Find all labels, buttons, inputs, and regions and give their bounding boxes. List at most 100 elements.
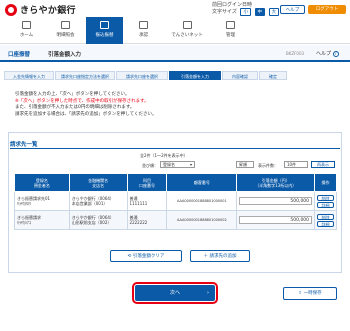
step-3: 請求先口座を選択 (116, 71, 168, 80)
add-billing-button[interactable]: ＋ 請求先の追加 (190, 250, 250, 262)
table-row: きら振替請求先01 ｷﾗﾔｶﾀﾛｳ きらやか銀行（0064） 本店営業部（001） … (14, 191, 337, 211)
page-header: 口座振替 引落金額入力 BKZF003 ヘルプ ? (0, 45, 350, 62)
result-count: 全2件（1～2件を表示中） (140, 153, 188, 158)
clear-amount-button[interactable]: ⟲ 引落金額クリア (110, 250, 182, 262)
gnav-admin-label: 管理 (226, 33, 235, 38)
font-large-button[interactable]: 大 (268, 8, 280, 16)
instruction-4: 請求先を追加する場合は、「請求先の追加」ボタンを押してください。 (15, 111, 157, 117)
cell-amount: 500,000 (236, 191, 316, 211)
gnav-transfer-label: 振込振替 (95, 33, 114, 38)
gnav-statements[interactable]: 明細照会 (47, 17, 84, 44)
network-icon (182, 21, 192, 29)
gnav-home-label: ホーム (19, 33, 34, 38)
help-link[interactable]: ヘルプ ? (316, 50, 339, 57)
panel-title: 請求先一覧 (10, 142, 38, 148)
cell-account: 普通 2222222 (126, 210, 168, 230)
order-select[interactable]: 昇順 (236, 161, 254, 168)
row-acct: 1111111 (129, 201, 148, 206)
row-kana: ｷﾗﾔｶﾊﾅｺ (17, 220, 31, 225)
cell-ops: 削除 詳細 (314, 210, 337, 230)
amount-input[interactable]: 500,000 (239, 216, 313, 224)
col-account: 科目 口座番号 (126, 173, 168, 192)
billing-table: 登録名 預金者名 金融機関名 支店名 科目 口座番号 顧客番号 引落金額（円） … (14, 173, 337, 230)
table-header-row: 登録名 預金者名 金融機関名 支店名 科目 口座番号 顧客番号 引落金額（円） … (14, 173, 337, 192)
row-branch: 山形駅前支店（002） (71, 220, 112, 225)
chevron-down-icon: ▾ (189, 162, 192, 167)
order-value: 昇順 (239, 162, 247, 167)
top-bar: きらやか銀行 前回ログイン日時 文字サイズ 小 中 大 ヘルプ ログアウト (0, 0, 350, 17)
save-draft-button[interactable]: ⇪ 一時保存 (283, 287, 337, 300)
last-login: 前回ログイン日時 (212, 2, 253, 8)
cell-account: 普通 1111111 (126, 191, 168, 211)
bank-logo: きらやか銀行 (5, 3, 76, 16)
col-bank: 金融機関名 支店名 (68, 173, 128, 192)
global-nav: ホーム 明細照会 振込振替 承認 でんさいネット 管理 (0, 17, 350, 44)
next-label: 次へ (169, 290, 180, 296)
instructions: 引落金額を入力の上、「次へ」ボタンを押してください。 ※「次へ」ボタンを押した時… (15, 92, 156, 118)
add-billing-label: 請求先の追加 (209, 254, 237, 259)
home-icon (22, 21, 31, 29)
gnav-approval[interactable]: 承認 (125, 17, 162, 44)
sort-select[interactable]: 登録名 ▾ (160, 161, 195, 168)
gnav-densai[interactable]: でんさいネット (164, 17, 210, 44)
screen-code: BKZF003 (286, 51, 305, 56)
plus-icon: ＋ (203, 254, 209, 259)
col-amount: 引落金額（円） （半角数字13桁以内） (236, 173, 316, 192)
gnav-admin[interactable]: 管理 (212, 17, 249, 44)
step-6: 確定 (259, 71, 287, 80)
detail-button[interactable]: 詳細 (317, 220, 334, 227)
logout-button[interactable]: ログアウト (308, 5, 346, 14)
chevron-right-icon: › (207, 290, 209, 296)
col-name: 登録名 預金者名 (14, 173, 70, 192)
cell-bank: きらやか銀行（0064） 本店営業部（001） (68, 191, 128, 211)
help-icon: ? (332, 51, 339, 57)
clear-icon: ⟲ (127, 254, 132, 259)
gnav-home[interactable]: ホーム (8, 17, 45, 44)
sort-value: 登録名 (163, 162, 175, 167)
delete-button[interactable]: 削除 (317, 194, 334, 201)
next-button[interactable]: 次へ › (132, 282, 218, 304)
bank-name: きらやか銀行 (20, 6, 76, 16)
delete-button[interactable]: 削除 (317, 213, 334, 220)
font-medium-button[interactable]: 中 (254, 8, 266, 16)
help-link-label: ヘルプ (316, 51, 332, 57)
panel-divider (10, 148, 340, 149)
breadcrumb: 口座振替 (8, 52, 31, 58)
bank-logo-icon (5, 3, 17, 16)
settings-icon (226, 21, 235, 29)
reorder-button[interactable]: 再表示 (311, 161, 335, 168)
step-1: 入金先情報を入力 (4, 71, 54, 80)
gnav-transfer[interactable]: 振込振替 (86, 17, 123, 44)
detail-button[interactable]: 詳細 (317, 201, 334, 208)
step-5: 内容確認 (222, 71, 258, 80)
cell-amount: 500,000 (236, 210, 316, 230)
cell-name: きら振替請求先01 ｷﾗﾔｶﾀﾛｳ (14, 191, 70, 211)
step-4: 引落金額を入力 (169, 71, 221, 80)
cell-name: きら振替請求 ｷﾗﾔｶﾊﾅｺ (14, 210, 70, 230)
upload-icon: ⇪ (298, 291, 303, 296)
gnav-approval-label: 承認 (139, 33, 148, 38)
step-2: 請求先口座指定方法を選択 (55, 71, 115, 80)
progress-steps: 入金先情報を入力 請求先口座指定方法を選択 請求先口座を選択 引落金額を入力 内… (4, 71, 346, 80)
cell-ops: 削除 詳細 (314, 191, 337, 211)
sort-label: 並び順： (142, 163, 158, 168)
gnav-densai-label: でんさいネット (171, 33, 203, 38)
font-small-button[interactable]: 小 (240, 8, 251, 16)
per-page-label: 表示件数： (258, 163, 278, 168)
per-page-select[interactable]: 10件 (284, 161, 308, 168)
table-row: きら振替請求 ｷﾗﾔｶﾊﾅｺ きらやか銀行（0064） 山形駅前支店（002） 普通… (14, 210, 337, 230)
font-size-control: 文字サイズ 小 中 大 (212, 8, 280, 16)
amount-input[interactable]: 500,000 (239, 197, 313, 205)
row-acct: 2222222 (129, 220, 148, 225)
approval-icon (139, 21, 148, 29)
font-size-label: 文字サイズ (212, 9, 237, 15)
per-page-value: 10件 (287, 162, 297, 167)
col-ops: 操作 (314, 173, 337, 192)
help-button[interactable]: ヘルプ (280, 5, 305, 14)
row-kana: ｷﾗﾔｶﾀﾛｳ (17, 201, 31, 206)
save-draft-label: 一時保存 (303, 291, 322, 296)
col-customer: 顧客番号 (166, 173, 238, 192)
document-icon (61, 21, 70, 29)
clear-amount-label: 引落金額クリア (132, 254, 165, 259)
cell-customer: AAA0000001888801000001 (166, 191, 238, 211)
